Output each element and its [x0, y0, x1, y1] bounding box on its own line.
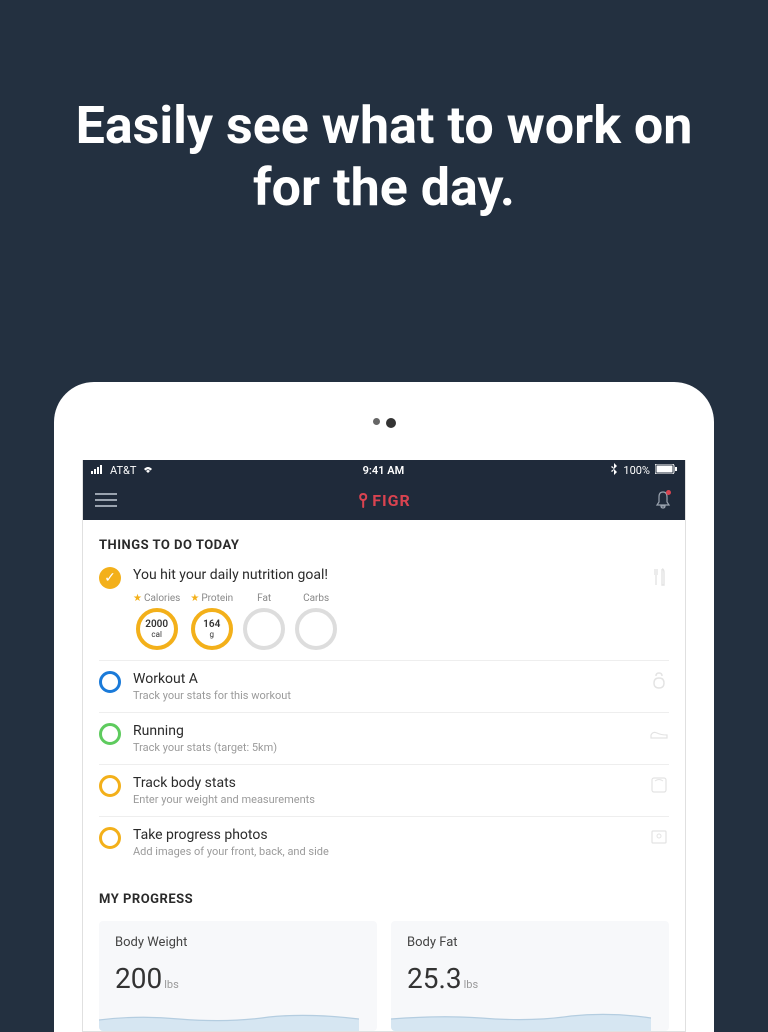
todo-subtitle: Track your stats for this workout	[133, 689, 637, 702]
carrier-label: AT&T	[110, 464, 136, 477]
wifi-icon	[141, 464, 155, 477]
bluetooth-icon	[611, 463, 618, 478]
app-header: FIGR	[83, 480, 685, 520]
notification-icon[interactable]	[653, 490, 673, 510]
section-title-progress: MY PROGRESS	[99, 892, 669, 907]
tablet-frame: AT&T 9:41 AM 100% FI	[54, 382, 714, 1032]
status-time: 9:41 AM	[363, 464, 405, 477]
card-value: 200lbs	[115, 962, 361, 995]
todo-item-running[interactable]: Running Track your stats (target: 5km)	[99, 712, 669, 764]
todo-title: Take progress photos	[133, 827, 637, 843]
photo-icon	[649, 827, 669, 847]
ring-yellow-icon	[99, 827, 121, 849]
todo-subtitle: Enter your weight and measurements	[133, 793, 637, 806]
hero-text: Easily see what to work on for the day.	[0, 0, 768, 220]
battery-label: 100%	[623, 464, 650, 477]
progress-card-weight[interactable]: Body Weight 200lbs	[99, 921, 377, 1031]
sparkline	[391, 1005, 651, 1031]
tablet-camera	[82, 418, 686, 428]
card-value: 25.3lbs	[407, 962, 653, 995]
menu-icon[interactable]	[95, 493, 117, 507]
notification-badge	[666, 490, 671, 495]
kettlebell-icon	[649, 671, 669, 691]
todo-title: Track body stats	[133, 775, 637, 791]
ring-yellow-icon	[99, 775, 121, 797]
card-title: Body Weight	[115, 935, 361, 950]
scale-icon	[649, 775, 669, 795]
sparkline	[99, 1005, 359, 1031]
battery-icon	[655, 464, 677, 477]
progress-card-bodyfat[interactable]: Body Fat 25.3lbs	[391, 921, 669, 1031]
todo-item-workout[interactable]: Workout A Track your stats for this work…	[99, 660, 669, 712]
signal-icon	[91, 464, 105, 477]
todo-subtitle: Track your stats (target: 5km)	[133, 741, 637, 754]
todo-title: Workout A	[133, 671, 637, 687]
nutrition-goal-row[interactable]: ✓ You hit your daily nutrition goal! ★Ca…	[99, 567, 669, 660]
shoe-icon	[649, 723, 669, 743]
nutrition-title: You hit your daily nutrition goal!	[133, 567, 637, 583]
todo-item-photos[interactable]: Take progress photos Add images of your …	[99, 816, 669, 868]
check-icon: ✓	[99, 567, 121, 589]
todo-subtitle: Add images of your front, back, and side	[133, 845, 637, 858]
app-logo: FIGR	[357, 491, 411, 510]
ring-blue-icon	[99, 671, 121, 693]
todo-item-body-stats[interactable]: Track body stats Enter your weight and m…	[99, 764, 669, 816]
ring-green-icon	[99, 723, 121, 745]
status-bar: AT&T 9:41 AM 100%	[83, 460, 685, 480]
card-title: Body Fat	[407, 935, 653, 950]
todo-title: Running	[133, 723, 637, 739]
fork-icon	[649, 567, 669, 587]
app-screen: AT&T 9:41 AM 100% FI	[82, 460, 686, 1032]
nutrition-rings: ★Calories 2000cal ★Protein 164g Fat	[133, 593, 637, 650]
section-title-todo: THINGS TO DO TODAY	[99, 538, 669, 553]
